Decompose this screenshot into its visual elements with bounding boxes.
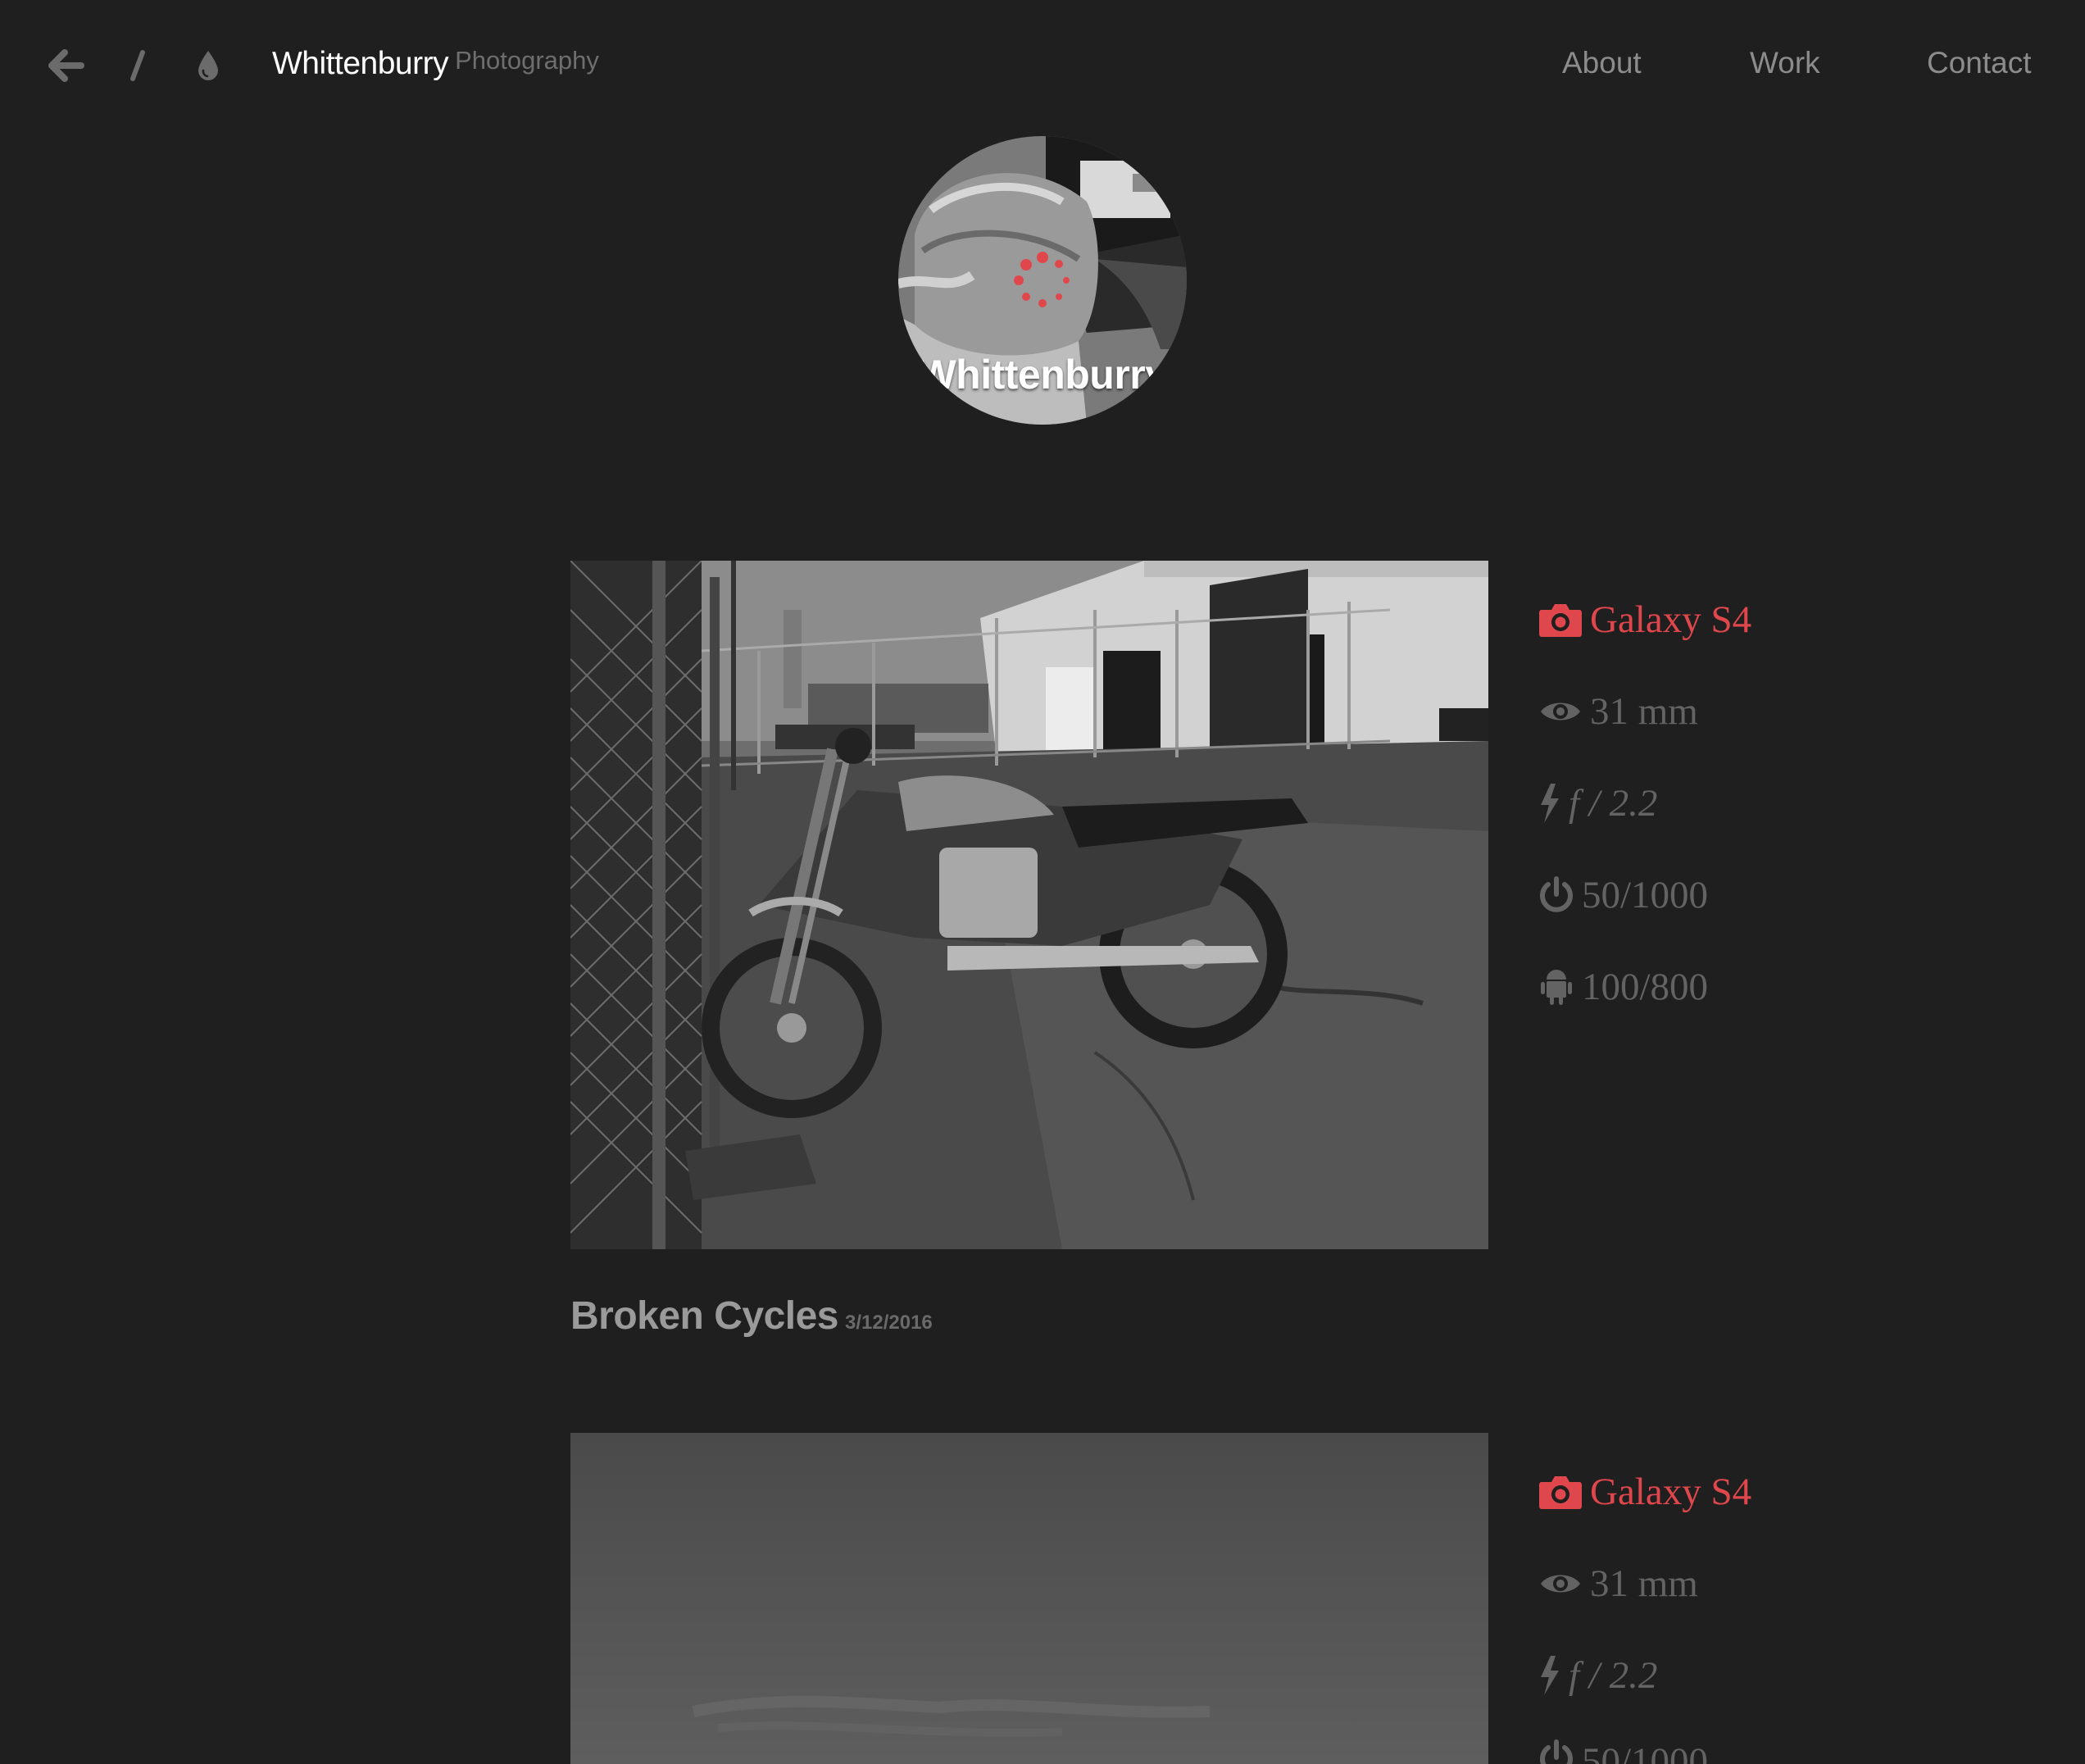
- lightning-icon: [1538, 1656, 1562, 1695]
- spec-shutter-value: 50/1000: [1582, 1740, 1709, 1764]
- eye-icon: [1538, 698, 1583, 725]
- brand[interactable]: Whittenburry Photography: [272, 46, 599, 89]
- droplet-icon[interactable]: [185, 43, 231, 89]
- nav-contact[interactable]: Contact: [1927, 46, 2032, 80]
- post-photo[interactable]: [570, 561, 1488, 1249]
- spec-camera-value: Galaxy S4: [1590, 1471, 1752, 1513]
- spec-camera-value: Galaxy S4: [1590, 598, 1752, 641]
- avatar-name: Whittenburry: [917, 352, 1168, 398]
- android-icon: [1538, 968, 1575, 1006]
- spec-focal-length: 31 mm: [1538, 1554, 1698, 1613]
- post-title[interactable]: Broken Cycles: [570, 1293, 839, 1339]
- spec-iso-value: 100/800: [1582, 966, 1709, 1008]
- post-title-row: Broken Cycles 3/12/2016: [570, 1293, 933, 1339]
- nav-work[interactable]: Work: [1750, 46, 1820, 80]
- eye-icon: [1538, 1570, 1583, 1598]
- power-icon: [1538, 1731, 1575, 1764]
- profile-avatar[interactable]: Whittenburry: [898, 136, 1187, 425]
- back-arrow-icon[interactable]: [43, 43, 89, 89]
- spec-shutter: 50/1000: [1538, 866, 1708, 925]
- spec-aperture: f / 2.2: [1538, 1646, 1657, 1705]
- brand-name[interactable]: Whittenburry: [272, 46, 449, 82]
- power-icon: [1538, 876, 1575, 914]
- camera-icon: [1538, 602, 1583, 638]
- top-bar: Whittenburry Photography About Work Cont…: [0, 0, 2085, 131]
- spec-focal-value: 31 mm: [1590, 1562, 1698, 1605]
- slash-icon[interactable]: [115, 43, 161, 89]
- nav-about[interactable]: About: [1562, 46, 1642, 80]
- spec-aperture-value: f / 2.2: [1569, 782, 1658, 825]
- lightning-icon: [1538, 784, 1562, 823]
- brand-subtitle: Photography: [455, 46, 599, 75]
- spec-aperture: f / 2.2: [1538, 774, 1657, 833]
- spec-focal-length: 31 mm: [1538, 682, 1698, 741]
- spec-camera: Galaxy S4: [1538, 590, 1751, 649]
- post-photo[interactable]: [570, 1433, 1488, 1764]
- spec-iso: 100/800: [1538, 957, 1708, 1016]
- spec-shutter: 50/1000: [1538, 1731, 1708, 1764]
- spec-shutter-value: 50/1000: [1582, 874, 1709, 916]
- spec-camera: Galaxy S4: [1538, 1462, 1751, 1521]
- spec-focal-value: 31 mm: [1590, 690, 1698, 733]
- camera-icon: [1538, 1474, 1583, 1510]
- spec-aperture-value: f / 2.2: [1569, 1654, 1658, 1697]
- post-date: 3/12/2016: [845, 1312, 933, 1334]
